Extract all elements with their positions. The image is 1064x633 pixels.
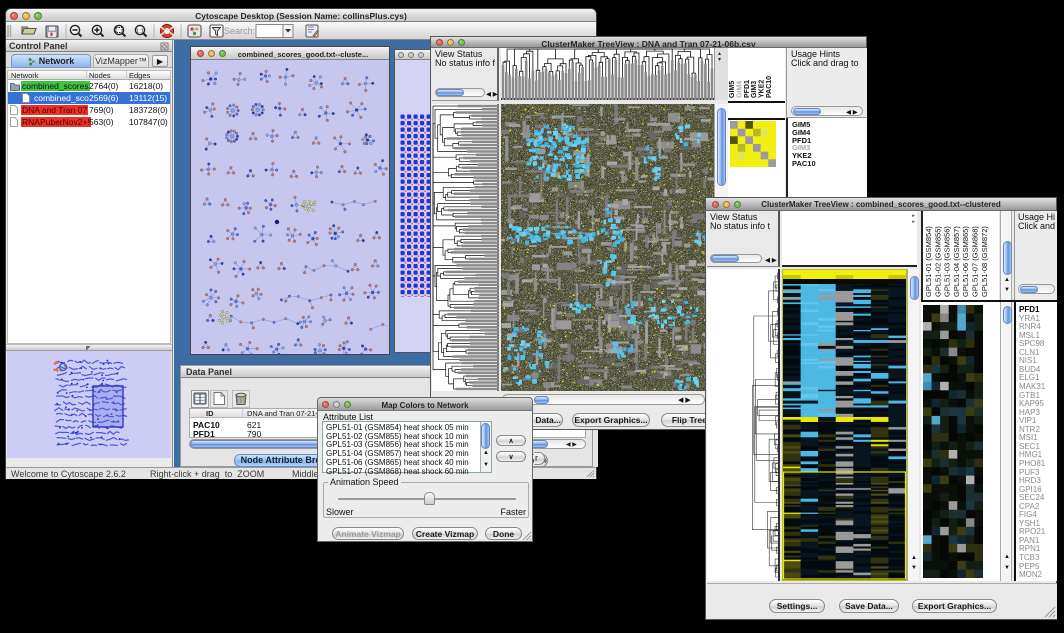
svg-text:GIM3: GIM3 <box>751 81 758 98</box>
svg-text:GPL51-03 (GSM856): GPL51-03 (GSM856) <box>943 226 952 297</box>
svg-text:Search:: Search: <box>224 26 255 36</box>
svg-text:GPL51-01 (GSM854): GPL51-01 (GSM854) <box>924 226 933 297</box>
svg-text:GPL51-02 (GSM855): GPL51-02 (GSM855) <box>933 226 942 297</box>
svg-text:GIM4: GIM4 <box>736 81 743 98</box>
svg-text:GPL51-06 (GSM865): GPL51-06 (GSM865) <box>961 226 970 297</box>
svg-text:PAC10: PAC10 <box>766 76 773 98</box>
svg-text:GPL51-04 (GSM857): GPL51-04 (GSM857) <box>952 226 961 297</box>
svg-text:GIM5: GIM5 <box>729 81 736 98</box>
svg-text:GPL51-08 (GSM872): GPL51-08 (GSM872) <box>980 226 989 297</box>
svg-text:1:1: 1:1 <box>136 29 144 35</box>
svg-text:GPL51-07 (GSM868): GPL51-07 (GSM868) <box>971 226 980 297</box>
svg-text:YKE2: YKE2 <box>759 80 766 98</box>
svg-text:PFD1: PFD1 <box>744 80 751 98</box>
